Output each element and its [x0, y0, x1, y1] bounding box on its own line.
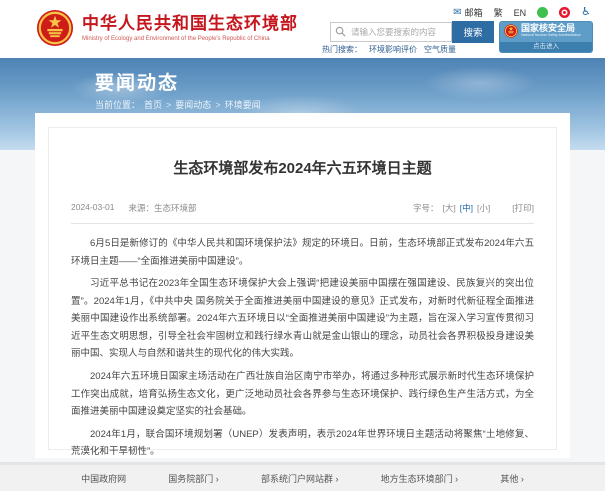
nnsa-emblem-icon — [504, 24, 518, 38]
accessibility-icon[interactable]: ♿ — [581, 7, 591, 18]
footer-link-state-council[interactable]: 国务院部门 › — [168, 472, 219, 485]
article-paragraph: 2024年六五环境日国家主场活动在广西壮族自治区南宁市举办，将通过多种形式展示新… — [71, 368, 534, 421]
article-paragraph: 习近平总书记在2023年全国生态环境保护大会上强调“把建设美丽中国摆在强国建设、… — [71, 275, 534, 363]
article-body: 6月5日是新修订的《中华人民共和国环境保护法》规定的环境日。日前，生态环境部正式… — [71, 235, 534, 461]
national-emblem-icon — [36, 9, 74, 47]
article-card: 生态环境部发布2024年六五环境日主题 2024-03-01 来源：生态环境部 … — [35, 113, 570, 458]
article-meta-right: 字号： [大] [中] [小] [打印] — [413, 202, 534, 214]
ministry-name-en: Ministry of Ecology and Environment of t… — [82, 36, 298, 42]
breadcrumb-home[interactable]: 首页 — [144, 98, 162, 111]
article-date: 2024-03-01 — [71, 202, 114, 214]
hot-search-link-air[interactable]: 空气质量 — [424, 44, 456, 55]
search-box — [330, 22, 452, 42]
nnsa-subtitle: National Nuclear Safety Administration — [521, 34, 581, 38]
footer-link-govcn[interactable]: 中国政府网 — [81, 472, 126, 485]
weibo-icon[interactable] — [559, 7, 570, 18]
logo-text: 中华人民共和国生态环境部 Ministry of Ecology and Env… — [82, 14, 298, 42]
nnsa-enter-link[interactable]: 点击进入 — [500, 42, 592, 52]
article-source: 来源：生态环境部 — [128, 202, 196, 214]
ministry-logo[interactable]: 中华人民共和国生态环境部 Ministry of Ecology and Env… — [36, 9, 298, 47]
mail-link[interactable]: ✉ 邮箱 — [453, 6, 482, 19]
mail-label: 邮箱 — [465, 6, 483, 19]
footer-link-local-departments[interactable]: 地方生态环境部门 › — [381, 472, 459, 485]
wechat-icon[interactable] — [537, 7, 548, 18]
lang-english[interactable]: EN — [514, 8, 527, 18]
fontsize-label: 字号： — [413, 202, 439, 214]
ministry-name: 中华人民共和国生态环境部 — [82, 14, 298, 34]
hot-search-link-eia[interactable]: 环境影响评价 — [369, 44, 417, 55]
fontsize-small-button[interactable]: [小] — [477, 202, 490, 214]
breadcrumb: 当前位置： 首页 > 要闻动态 > 环境要闻 — [95, 98, 261, 111]
article-paragraph: 6月5日是新修订的《中华人民共和国环境保护法》规定的环境日。日前，生态环境部正式… — [71, 235, 534, 270]
breadcrumb-news[interactable]: 要闻动态 — [175, 98, 211, 111]
nnsa-top: 国家核安全局 National Nuclear Safety Administr… — [500, 22, 592, 38]
fontsize-medium-button[interactable]: [中] — [460, 202, 473, 214]
breadcrumb-current[interactable]: 环境要闻 — [225, 98, 261, 111]
nnsa-badge[interactable]: 国家核安全局 National Nuclear Safety Administr… — [499, 21, 593, 53]
article-title: 生态环境部发布2024年六五环境日主题 — [49, 157, 556, 178]
site-header: 中华人民共和国生态环境部 Ministry of Ecology and Env… — [0, 0, 605, 58]
print-button[interactable]: [打印] — [512, 202, 534, 214]
breadcrumb-separator: > — [166, 100, 171, 110]
search-icon — [335, 26, 346, 37]
fontsize-large-button[interactable]: [大] — [443, 202, 456, 214]
search-input[interactable] — [330, 22, 452, 42]
site-footer: 中国政府网 国务院部门 › 部系统门户网站群 › 地方生态环境部门 › 其他 › — [0, 462, 605, 491]
nnsa-title: 国家核安全局 — [521, 24, 581, 33]
nnsa-titles: 国家核安全局 National Nuclear Safety Administr… — [521, 24, 581, 38]
footer-link-others[interactable]: 其他 › — [500, 472, 524, 485]
hot-search-label: 热门搜索： — [322, 44, 362, 55]
hot-search-row: 热门搜索： 环境影响评价 空气质量 — [322, 44, 456, 55]
article-inner-box: 生态环境部发布2024年六五环境日主题 2024-03-01 来源：生态环境部 … — [48, 127, 557, 450]
search-row: 搜索 — [330, 21, 494, 43]
breadcrumb-label: 当前位置： — [95, 98, 140, 111]
footer-link-portal-sites[interactable]: 部系统门户网站群 › — [261, 472, 339, 485]
page-title: 要闻动态 — [95, 68, 179, 95]
search-button[interactable]: 搜索 — [452, 21, 494, 43]
article-paragraph: 2024年1月，联合国环境规划署（UNEP）发表声明，表示2024年世界环境日主… — [71, 426, 534, 461]
article-meta-left: 2024-03-01 来源：生态环境部 — [71, 202, 197, 214]
lang-traditional[interactable]: 繁 — [494, 6, 503, 19]
mail-icon: ✉ — [453, 7, 461, 18]
utility-bar: ✉ 邮箱 繁 EN ♿ — [453, 6, 591, 19]
breadcrumb-separator: > — [215, 100, 220, 110]
article-meta-row: 2024-03-01 来源：生态环境部 字号： [大] [中] [小] [打印] — [71, 202, 534, 224]
